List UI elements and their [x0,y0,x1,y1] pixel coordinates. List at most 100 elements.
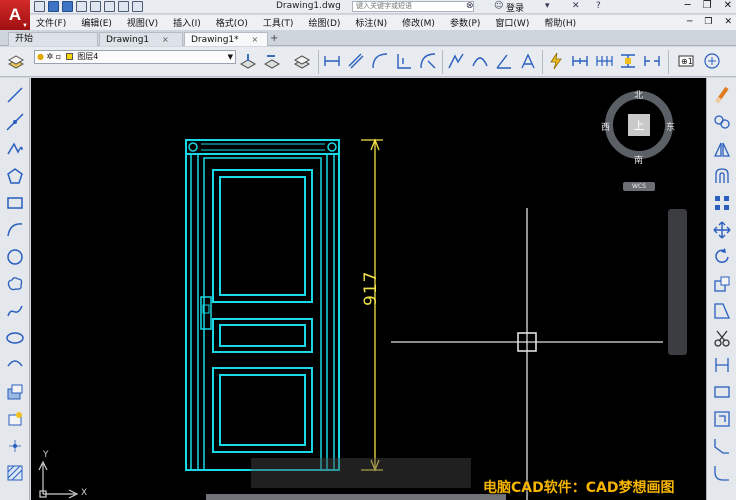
center-mark-icon[interactable] [702,51,722,71]
tab-start[interactable]: 开始 [8,32,98,46]
viewcube-top-face[interactable]: 上 [628,114,650,136]
wcs-menu[interactable]: WCS [623,182,655,191]
stretch-icon[interactable] [711,300,733,322]
binoculars-icon[interactable]: ⊗ [466,1,474,11]
quick-dimension-icon[interactable] [518,51,538,71]
ordinate-dimension-icon[interactable] [394,51,414,71]
doc-minimize-icon[interactable]: ─ [687,17,692,27]
menu-modify[interactable]: 修改(M) [402,16,435,29]
copy-icon[interactable] [711,111,733,133]
dimension-break-icon[interactable] [642,51,662,71]
diameter-dimension-icon[interactable] [470,51,490,71]
construction-line-icon[interactable] [4,111,26,133]
insert-block-icon[interactable] [4,381,26,403]
new-icon[interactable] [34,1,45,12]
linear-dimension-icon[interactable] [322,51,342,71]
share-icon[interactable] [132,1,143,12]
ellipse-arc-icon[interactable] [4,354,26,376]
navigation-bar[interactable] [668,209,687,355]
new-tab-button[interactable]: + [270,33,278,44]
tab-drawing1[interactable]: Drawing1 × [99,32,183,46]
aligned-dimension-icon[interactable] [346,51,366,71]
doc-restore-icon[interactable]: ❐ [704,17,712,27]
cart-icon[interactable]: ▾ [545,1,550,11]
save-as-icon[interactable] [76,1,87,12]
menu-draw[interactable]: 绘图(D) [308,16,340,29]
menu-view[interactable]: 视图(V) [127,16,158,29]
erase-icon[interactable] [711,84,733,106]
menu-parametric[interactable]: 参数(P) [450,16,480,29]
ellipse-icon[interactable] [4,327,26,349]
spline-icon[interactable] [4,300,26,322]
command-line-overlay[interactable] [251,458,471,488]
open-icon[interactable] [48,1,59,12]
help-icon[interactable]: ? [596,1,601,11]
menu-format[interactable]: 格式(O) [216,16,248,29]
horizontal-scrollbar[interactable] [206,494,506,500]
chamfer-icon[interactable] [711,435,733,457]
arc-icon[interactable] [4,219,26,241]
join-icon[interactable] [711,408,733,430]
close-tab-icon[interactable]: × [162,35,169,44]
undo-icon[interactable] [104,1,115,12]
array-icon[interactable] [711,192,733,214]
compass-south[interactable]: 南 [634,153,643,166]
angular-dimension-icon[interactable] [494,51,514,71]
exchange-icon[interactable]: ✕ [572,1,580,11]
quick-dim-lightning-icon[interactable] [546,51,566,71]
plot-icon[interactable] [90,1,101,12]
compass-west[interactable]: 西 [601,120,610,133]
make-layer-current-icon[interactable] [238,51,258,71]
point-icon[interactable] [4,435,26,457]
tolerance-icon[interactable]: ⊕1 [676,51,696,71]
search-input[interactable]: 键入关键字或短语 [352,1,474,12]
polygon-icon[interactable] [4,165,26,187]
fillet-icon[interactable] [711,462,733,484]
offset-icon[interactable] [711,165,733,187]
trim-icon[interactable] [711,327,733,349]
make-block-icon[interactable] [4,408,26,430]
application-menu-button[interactable]: A ▼ [0,0,30,30]
scale-icon[interactable] [711,273,733,295]
hatch-icon[interactable] [4,462,26,484]
restore-icon[interactable]: ❐ [703,0,712,11]
layer-dropdown[interactable]: ● ✲ ▫ 图层4 ▼ [34,50,236,64]
circle-icon[interactable] [4,246,26,268]
menu-help[interactable]: 帮助(H) [544,16,576,29]
jogged-dimension-icon[interactable] [446,51,466,71]
polyline-icon[interactable] [4,138,26,160]
login-link[interactable]: 登录 [506,1,524,14]
minimize-icon[interactable]: ─ [685,0,691,11]
drawing-canvas[interactable]: 917 北 南 东 西 上 WCS Y X 电脑CAD软件：CAD梦想画图 [31,78,706,500]
match-layer-icon[interactable] [292,51,312,71]
menu-window[interactable]: 窗口(W) [495,16,529,29]
save-icon[interactable] [62,1,73,12]
layer-manager-icon[interactable] [6,51,26,71]
rotate-icon[interactable] [711,246,733,268]
user-icon[interactable]: ☺ [494,1,503,11]
close-tab-icon[interactable]: × [252,35,259,44]
arc-length-icon[interactable] [370,51,390,71]
menu-edit[interactable]: 编辑(E) [81,16,112,29]
break-icon[interactable] [711,381,733,403]
extend-icon[interactable] [711,354,733,376]
continue-dimension-icon[interactable] [594,51,614,71]
revision-cloud-icon[interactable] [4,273,26,295]
redo-icon[interactable] [118,1,129,12]
radius-dimension-icon[interactable] [418,51,438,71]
line-icon[interactable] [4,84,26,106]
menu-dimension[interactable]: 标注(N) [355,16,387,29]
compass-north[interactable]: 北 [634,88,643,101]
menu-tools[interactable]: 工具(T) [263,16,294,29]
doc-close-icon[interactable]: ✕ [724,17,732,27]
menu-file[interactable]: 文件(F) [36,16,66,29]
menu-insert[interactable]: 插入(I) [173,16,201,29]
layer-previous-icon[interactable] [262,51,282,71]
close-icon[interactable]: ✕ [724,0,732,11]
compass-east[interactable]: 东 [666,120,675,133]
mirror-icon[interactable] [711,138,733,160]
rectangle-icon[interactable] [4,192,26,214]
tab-drawing1-modified[interactable]: Drawing1* × [184,32,268,46]
baseline-dimension-icon[interactable] [570,51,590,71]
move-icon[interactable] [711,219,733,241]
